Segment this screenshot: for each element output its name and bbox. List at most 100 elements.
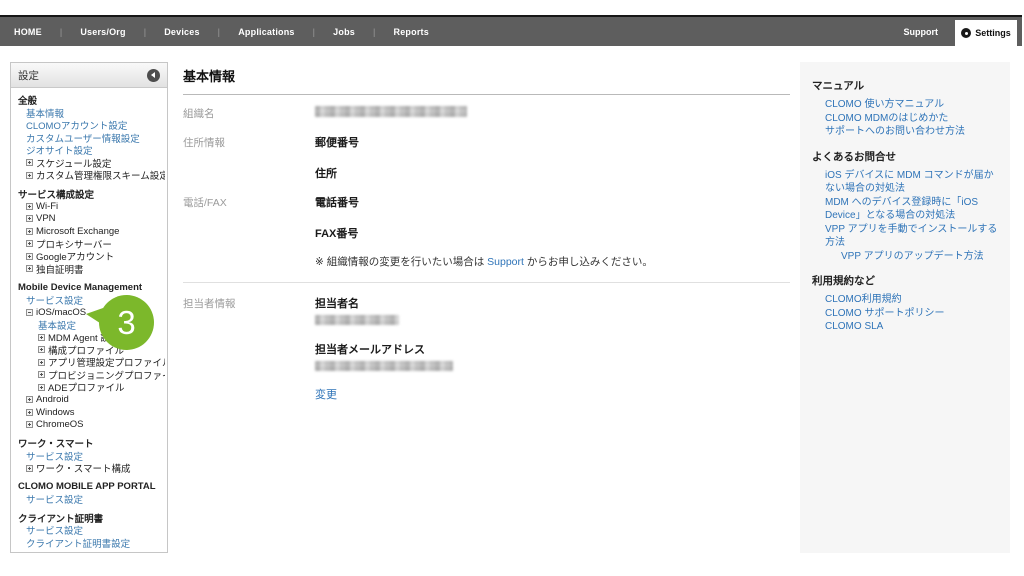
- sidebar-item-label: サービス設定: [26, 294, 83, 307]
- sidebar-item-label: カスタムユーザー情報設定: [26, 132, 140, 145]
- tree-expand-icon: [26, 203, 33, 210]
- tree-expand-icon: [26, 159, 33, 166]
- sidebar-item[interactable]: ADEプロファイル: [13, 381, 165, 394]
- change-link[interactable]: 変更: [315, 386, 337, 402]
- section-divider: [183, 282, 790, 283]
- sidebar-item[interactable]: Android: [13, 394, 165, 407]
- help-link[interactable]: iOS デバイスに MDM コマンドが届かない場合の対処法: [820, 169, 1000, 196]
- page-title: 基本情報: [183, 62, 790, 95]
- tree-expand-icon: [26, 172, 33, 179]
- help-link[interactable]: VPP アプリのアップデート方法: [828, 250, 1000, 264]
- top-navigation-bar: HOMEUsers/OrgDevicesApplicationsJobsRepo…: [0, 15, 1022, 46]
- sidebar-item-label: クライアント証明書設定: [26, 537, 130, 550]
- sidebar-item[interactable]: ChromeOS: [13, 419, 165, 432]
- contact-name-redacted-value: [315, 315, 399, 325]
- zip-field-label: 郵便番号: [315, 134, 359, 150]
- sidebar-item[interactable]: 構成プロファイル: [13, 344, 165, 357]
- tree-expand-icon: [26, 309, 33, 316]
- sidebar-item-label: ワーク・スマート構成: [36, 462, 131, 475]
- help-manual-links: CLOMO 使い方マニュアルCLOMO MDMのはじめかたサポートへのお問い合わ…: [812, 98, 1000, 139]
- settings-tab[interactable]: Settings: [955, 20, 1017, 46]
- tree-expand-icon: [26, 265, 33, 272]
- sidebar-item-label: Wi-Fi: [36, 201, 58, 212]
- contact-row: 担当者情報 担当者名 担当者メールアドレス 変更: [183, 295, 790, 402]
- help-link[interactable]: MDM へのデバイス登録時に「iOS Device」となる場合の対処法: [820, 196, 1000, 223]
- sidebar-collapse-button[interactable]: [147, 69, 160, 82]
- sidebar-item-label: サービス設定: [26, 450, 83, 463]
- support-link[interactable]: Support: [904, 27, 939, 37]
- sidebar-item[interactable]: Microsoft Exchange: [13, 225, 165, 238]
- sidebar-item[interactable]: 基本情報: [13, 107, 165, 120]
- fax-field-label: FAX番号: [315, 225, 653, 241]
- sidebar-item-label: ワーク・スマート: [18, 437, 94, 450]
- main-content: 基本情報 組織名 住所情報 郵便番号 住所 電話/FAX 電話番号 FAX番号 …: [183, 62, 790, 415]
- nav-tab[interactable]: HOME: [14, 27, 80, 37]
- annotation-step-3-bubble: 3: [99, 295, 154, 350]
- sidebar-item-label: Mobile Device Management: [18, 282, 142, 293]
- help-link[interactable]: CLOMO利用規約: [820, 293, 1000, 307]
- support-inline-link[interactable]: Support: [487, 256, 524, 268]
- tree-expand-icon: [38, 359, 45, 366]
- help-link[interactable]: CLOMO MDMのはじめかた: [820, 112, 1000, 126]
- nav-tab[interactable]: Applications: [238, 27, 333, 37]
- sidebar-item: CLOMO MOBILE APP PORTAL: [13, 481, 165, 494]
- sidebar-item[interactable]: Wi-Fi: [13, 200, 165, 213]
- sidebar-item[interactable]: プロビジョニングプロファイル: [13, 369, 165, 382]
- help-terms-title: 利用規約など: [812, 273, 1000, 288]
- sidebar-item[interactable]: Googleアカウント: [13, 250, 165, 263]
- sidebar-item[interactable]: サービス設定: [13, 524, 165, 537]
- help-link[interactable]: CLOMO 使い方マニュアル: [820, 98, 1000, 112]
- phone-fax-label: 電話/FAX: [183, 194, 315, 269]
- settings-gear-icon: [961, 28, 971, 38]
- sidebar-item[interactable]: Windows: [13, 406, 165, 419]
- sidebar-item-label: サービス設定: [26, 493, 83, 506]
- sidebar-item: サービス構成設定: [13, 188, 165, 201]
- tree-expand-icon: [26, 253, 33, 260]
- addr-field-label: 住所: [315, 165, 359, 181]
- help-link[interactable]: サポートへのお問い合わせ方法: [820, 125, 1000, 139]
- sidebar-item-label: VPN: [36, 213, 56, 224]
- org-name-redacted-value: [315, 106, 467, 117]
- sidebar-item[interactable]: クライアント証明書設定: [13, 537, 165, 550]
- tree-expand-icon: [38, 346, 45, 353]
- nav-menu: HOMEUsers/OrgDevicesApplicationsJobsRepo…: [0, 27, 465, 37]
- sidebar-item[interactable]: アプリ管理設定プロファイル: [13, 356, 165, 369]
- nav-tab[interactable]: Jobs: [333, 27, 393, 37]
- help-link[interactable]: CLOMO サポートポリシー: [820, 307, 1000, 321]
- help-link[interactable]: VPP アプリを手動でインストールする方法: [820, 223, 1000, 250]
- help-link[interactable]: CLOMO SLA: [820, 320, 1000, 334]
- sidebar-item[interactable]: サービス設定: [13, 493, 165, 506]
- org-name-label: 組織名: [183, 105, 315, 121]
- settings-tab-label: Settings: [975, 28, 1011, 38]
- tree-expand-icon: [38, 371, 45, 378]
- tree-expand-icon: [26, 215, 33, 222]
- sidebar-item[interactable]: ワーク・スマート構成: [13, 462, 165, 475]
- phone-fax-row: 電話/FAX 電話番号 FAX番号 ※ 組織情報の変更を行いたい場合は Supp…: [183, 194, 790, 269]
- sidebar-item-label: プロキシサーバー: [36, 238, 112, 251]
- sidebar-item: ワーク・スマート: [13, 437, 165, 450]
- org-name-row: 組織名: [183, 105, 790, 121]
- sidebar-item[interactable]: サービス設定: [13, 450, 165, 463]
- sidebar-item-label: CLOMO MOBILE APP PORTAL: [18, 481, 156, 492]
- tel-field-label: 電話番号: [315, 194, 653, 210]
- sidebar-item-label: 基本情報: [26, 107, 64, 120]
- sidebar-item[interactable]: カスタム管理権限スキーム設定: [13, 169, 165, 182]
- sidebar-item[interactable]: カスタムユーザー情報設定: [13, 132, 165, 145]
- nav-tab[interactable]: Users/Org: [80, 27, 164, 37]
- sidebar-item[interactable]: スケジュール設定: [13, 157, 165, 170]
- nav-tab[interactable]: Devices: [164, 27, 238, 37]
- sidebar-item-label: ジオサイト設定: [26, 144, 93, 157]
- sidebar-item[interactable]: 独自証明書: [13, 263, 165, 276]
- sidebar-item[interactable]: VPN: [13, 213, 165, 226]
- sidebar-item-label: サービス設定: [26, 524, 83, 537]
- tree-expand-icon: [26, 421, 33, 428]
- sidebar-item[interactable]: プロキシサーバー: [13, 238, 165, 251]
- help-panel: マニュアル CLOMO 使い方マニュアルCLOMO MDMのはじめかたサポートへ…: [800, 62, 1010, 553]
- sidebar-item-label: Android: [36, 394, 69, 405]
- tree-expand-icon: [38, 384, 45, 391]
- sidebar-item[interactable]: ジオサイト設定: [13, 144, 165, 157]
- sidebar-item-label: Microsoft Exchange: [36, 226, 119, 237]
- nav-tab[interactable]: Reports: [394, 27, 465, 37]
- sidebar-item[interactable]: CLOMOアカウント設定: [13, 119, 165, 132]
- help-terms-links: CLOMO利用規約CLOMO サポートポリシーCLOMO SLA: [812, 293, 1000, 334]
